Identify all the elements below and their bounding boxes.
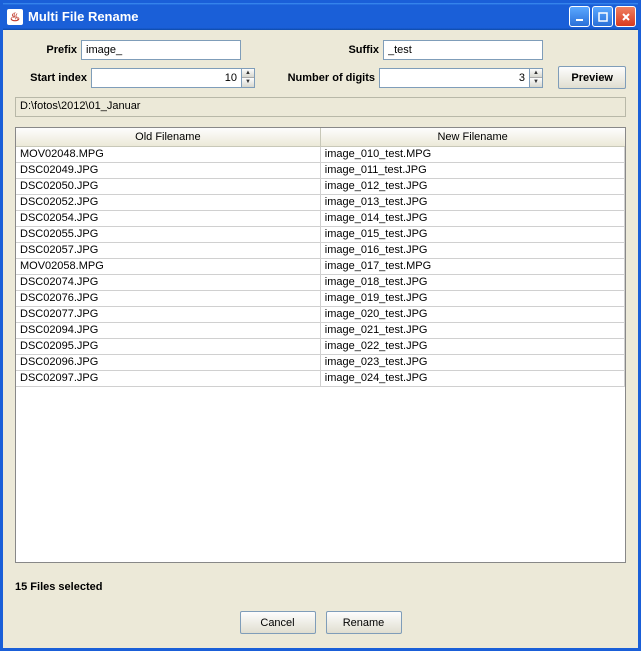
table-row[interactable]: DSC02057.JPGimage_016_test.JPG [16, 242, 625, 258]
table-row[interactable]: DSC02055.JPGimage_015_test.JPG [16, 226, 625, 242]
table-row[interactable]: DSC02052.JPGimage_013_test.JPG [16, 194, 625, 210]
table-row[interactable]: DSC02074.JPGimage_018_test.JPG [16, 274, 625, 290]
suffix-label: Suffix [319, 44, 379, 56]
cell-new-filename: image_016_test.JPG [320, 242, 624, 258]
cell-new-filename: image_012_test.JPG [320, 178, 624, 194]
close-button[interactable] [615, 6, 636, 27]
spinner-down-icon[interactable]: ▼ [242, 78, 254, 87]
maximize-icon [598, 12, 608, 22]
close-icon [621, 12, 631, 22]
cell-new-filename: image_023_test.JPG [320, 354, 624, 370]
col-new-filename[interactable]: New Filename [320, 128, 624, 146]
start-index-input[interactable] [91, 68, 241, 88]
cell-new-filename: image_024_test.JPG [320, 370, 624, 386]
cell-new-filename: image_011_test.JPG [320, 162, 624, 178]
cell-old-filename: DSC02097.JPG [16, 370, 320, 386]
cell-new-filename: image_014_test.JPG [320, 210, 624, 226]
cell-new-filename: image_021_test.JPG [320, 322, 624, 338]
minimize-button[interactable] [569, 6, 590, 27]
table-row[interactable]: MOV02048.MPGimage_010_test.MPG [16, 146, 625, 162]
col-old-filename[interactable]: Old Filename [16, 128, 320, 146]
content-area: Prefix Suffix Start index ▲ ▼ Number of … [3, 30, 638, 648]
cell-old-filename: DSC02050.JPG [16, 178, 320, 194]
digits-label: Number of digits [275, 72, 375, 84]
cell-new-filename: image_015_test.JPG [320, 226, 624, 242]
cell-new-filename: image_019_test.JPG [320, 290, 624, 306]
table-row[interactable]: DSC02094.JPGimage_021_test.JPG [16, 322, 625, 338]
table-row[interactable]: DSC02097.JPGimage_024_test.JPG [16, 370, 625, 386]
cell-new-filename: image_010_test.MPG [320, 146, 624, 162]
minimize-icon [575, 12, 585, 22]
suffix-input[interactable] [383, 40, 543, 60]
cell-old-filename: DSC02055.JPG [16, 226, 320, 242]
app-window: ♨ Multi File Rename Prefix Suffix Start … [0, 0, 641, 651]
cell-old-filename: DSC02074.JPG [16, 274, 320, 290]
cell-new-filename: image_022_test.JPG [320, 338, 624, 354]
file-table: Old Filename New Filename MOV02048.MPGim… [15, 127, 626, 563]
path-display: D:\fotos\2012\01_Januar [15, 97, 626, 117]
cell-old-filename: DSC02049.JPG [16, 162, 320, 178]
table-row[interactable]: DSC02077.JPGimage_020_test.JPG [16, 306, 625, 322]
table-row[interactable]: DSC02076.JPGimage_019_test.JPG [16, 290, 625, 306]
cell-old-filename: DSC02077.JPG [16, 306, 320, 322]
table-row[interactable]: DSC02050.JPGimage_012_test.JPG [16, 178, 625, 194]
prefix-label: Prefix [15, 44, 77, 56]
cell-old-filename: DSC02054.JPG [16, 210, 320, 226]
table-row[interactable]: DSC02049.JPGimage_011_test.JPG [16, 162, 625, 178]
cell-old-filename: DSC02076.JPG [16, 290, 320, 306]
table-row[interactable]: DSC02095.JPGimage_022_test.JPG [16, 338, 625, 354]
cell-new-filename: image_013_test.JPG [320, 194, 624, 210]
spinner-up-icon[interactable]: ▲ [530, 69, 542, 79]
cell-old-filename: DSC02096.JPG [16, 354, 320, 370]
status-text: 15 Files selected [15, 581, 626, 593]
titlebar[interactable]: ♨ Multi File Rename [3, 3, 638, 30]
table-row[interactable]: DSC02054.JPGimage_014_test.JPG [16, 210, 625, 226]
cell-old-filename: DSC02057.JPG [16, 242, 320, 258]
cell-new-filename: image_020_test.JPG [320, 306, 624, 322]
window-title: Multi File Rename [28, 9, 567, 24]
cell-old-filename: MOV02058.MPG [16, 258, 320, 274]
digits-input[interactable] [379, 68, 529, 88]
start-index-label: Start index [15, 72, 87, 84]
cell-new-filename: image_017_test.MPG [320, 258, 624, 274]
digits-spinner[interactable]: ▲ ▼ [379, 68, 543, 88]
cell-old-filename: DSC02095.JPG [16, 338, 320, 354]
cell-old-filename: DSC02094.JPG [16, 322, 320, 338]
spinner-down-icon[interactable]: ▼ [530, 78, 542, 87]
table-row[interactable]: MOV02058.MPGimage_017_test.MPG [16, 258, 625, 274]
cell-old-filename: MOV02048.MPG [16, 146, 320, 162]
cell-new-filename: image_018_test.JPG [320, 274, 624, 290]
maximize-button[interactable] [592, 6, 613, 27]
preview-button[interactable]: Preview [558, 66, 626, 89]
start-index-spinner[interactable]: ▲ ▼ [91, 68, 255, 88]
spinner-up-icon[interactable]: ▲ [242, 69, 254, 79]
table-row[interactable]: DSC02096.JPGimage_023_test.JPG [16, 354, 625, 370]
java-icon: ♨ [7, 9, 23, 25]
cell-old-filename: DSC02052.JPG [16, 194, 320, 210]
rename-button[interactable]: Rename [326, 611, 402, 634]
prefix-input[interactable] [81, 40, 241, 60]
cancel-button[interactable]: Cancel [240, 611, 316, 634]
